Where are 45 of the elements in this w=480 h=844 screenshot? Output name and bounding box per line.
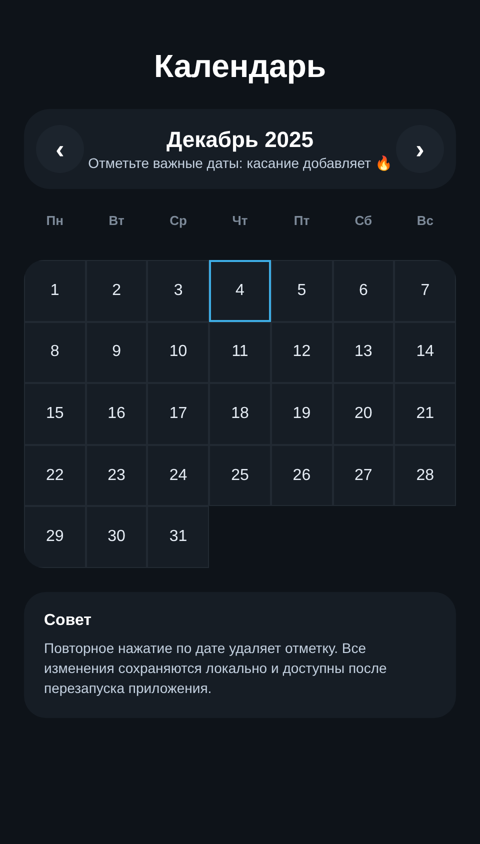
next-month-button[interactable]: ›	[396, 125, 444, 173]
day-cell[interactable]: 18	[209, 383, 271, 445]
day-cell[interactable]: 3	[147, 260, 210, 322]
day-cell[interactable]: 12	[270, 322, 333, 384]
day-cell[interactable]: 26	[270, 444, 333, 506]
previous-month-button[interactable]: ‹	[36, 125, 84, 173]
day-cell[interactable]: 19	[270, 383, 333, 445]
page-title: Календарь	[152, 47, 328, 86]
weekday-label: Сб	[354, 212, 372, 230]
day-cell[interactable]: 25	[209, 444, 271, 506]
month-hint: Отметьте важные даты: касание добавляет 🔥	[88, 154, 392, 172]
day-cell[interactable]: 10	[147, 322, 210, 384]
day-cell[interactable]: 31	[147, 506, 210, 568]
day-cell[interactable]: 8	[24, 322, 86, 384]
day-cell[interactable]: 2	[86, 260, 148, 322]
day-cell[interactable]: 24	[147, 444, 210, 506]
tip-text: Повторное нажатие по дате удаляет отметку. Все изменения сохраняются локально и доступны после перезапуска приложения.	[44, 638, 388, 698]
day-cell[interactable]: 27	[332, 444, 394, 506]
month-title: Декабрь 2025	[166, 126, 314, 154]
day-cell[interactable]: 5	[270, 260, 333, 322]
day-cell[interactable]: 29	[24, 506, 86, 568]
weekday-label: Ср	[170, 212, 187, 230]
day-cell[interactable]: 6	[332, 260, 394, 322]
day-cell[interactable]: 7	[394, 260, 456, 322]
day-cell[interactable]: 14	[394, 322, 456, 384]
day-cell[interactable]: 11	[209, 322, 271, 384]
weekday-label: Пн	[46, 212, 64, 230]
day-cell[interactable]: 20	[332, 383, 394, 445]
day-cell[interactable]: 15	[24, 383, 86, 445]
weekday-label: Вс	[416, 212, 434, 230]
day-cell[interactable]: 22	[24, 444, 86, 506]
tip-title: Совет	[44, 610, 92, 631]
day-cell[interactable]: 23	[86, 444, 148, 506]
day-cell[interactable]: 16	[86, 383, 148, 445]
day-cell[interactable]: 1	[24, 260, 86, 322]
day-cell[interactable]: 21	[394, 383, 456, 445]
day-cell[interactable]: 4	[209, 260, 271, 322]
day-cell[interactable]: 9	[86, 322, 148, 384]
weekday-label: Вт	[108, 212, 124, 230]
weekday-label: Чт	[232, 212, 248, 230]
weekday-label: Пт	[294, 212, 310, 230]
day-cell[interactable]: 30	[86, 506, 148, 568]
day-cell[interactable]: 28	[394, 444, 456, 506]
day-cell[interactable]: 13	[332, 322, 394, 384]
day-cell[interactable]: 17	[147, 383, 210, 445]
